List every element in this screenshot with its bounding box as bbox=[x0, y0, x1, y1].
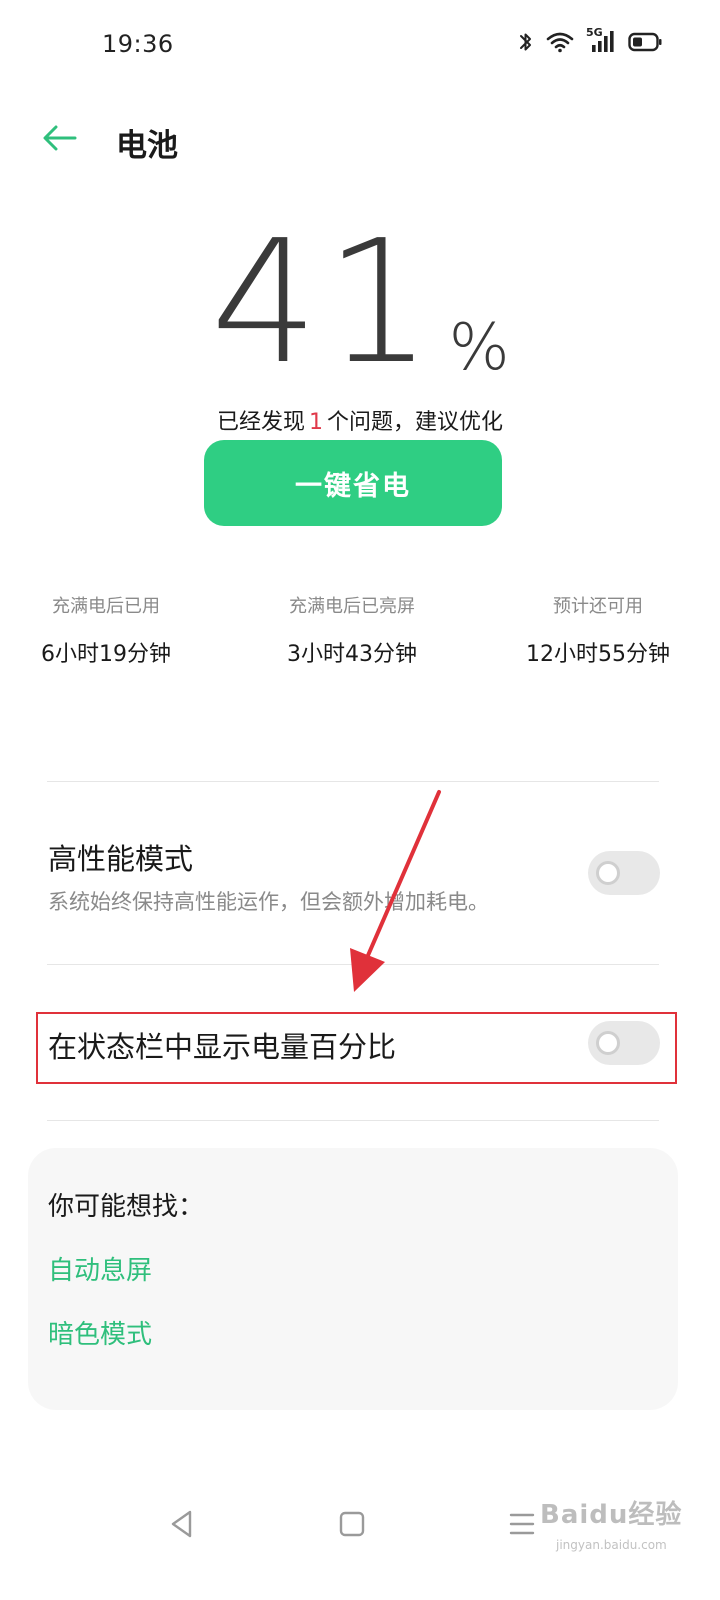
stat-label-used-since-charge: 充满电后已用 bbox=[52, 596, 160, 617]
stat-label-screen-on-since-charge: 充满电后已亮屏 bbox=[289, 596, 415, 617]
watermark-brand: Baidu经验 bbox=[540, 1500, 683, 1530]
battery-level-display: 41 % bbox=[0, 218, 720, 388]
suggestions-title: 你可能想找： bbox=[48, 1192, 205, 1222]
page-title: 电池 bbox=[116, 128, 178, 164]
arrow-left-icon bbox=[42, 124, 78, 156]
issue-count: 1 bbox=[309, 410, 323, 435]
menu-lines-icon bbox=[508, 1511, 536, 1541]
watermark-url: jingyan.baidu.com bbox=[556, 1538, 667, 1552]
stat-value-screen-on-since-charge: 3小时43分钟 bbox=[287, 642, 417, 667]
nav-home-button[interactable] bbox=[322, 1496, 382, 1556]
issue-prefix: 已经发现 bbox=[216, 410, 305, 435]
annotation-highlight-box bbox=[36, 1012, 677, 1084]
issue-summary: 已经发现 1 个问题，建议优化 bbox=[0, 404, 720, 436]
issue-suffix: 个问题，建议优化 bbox=[327, 410, 504, 435]
divider bbox=[47, 781, 659, 782]
cellular-5g-icon: 5G bbox=[586, 26, 616, 54]
divider bbox=[47, 964, 659, 965]
bluetooth-icon bbox=[518, 30, 534, 54]
one-click-save-button[interactable]: 一键省电 bbox=[204, 440, 502, 526]
back-button[interactable] bbox=[36, 120, 84, 160]
battery-level-unit: % bbox=[448, 311, 510, 385]
suggestion-link-auto-screen-off[interactable]: 自动息屏 bbox=[48, 1250, 152, 1287]
stat-value-estimated-remaining: 12小时55分钟 bbox=[526, 642, 670, 667]
home-square-icon bbox=[338, 1510, 366, 1542]
back-triangle-icon bbox=[168, 1509, 196, 1543]
stat-label-estimated-remaining: 预计还可用 bbox=[553, 596, 643, 617]
divider bbox=[47, 1120, 659, 1121]
battery-icon bbox=[628, 32, 662, 52]
high-performance-toggle[interactable] bbox=[588, 851, 660, 895]
nav-back-button[interactable] bbox=[152, 1496, 212, 1556]
battery-level-number: 41 bbox=[210, 204, 439, 402]
suggestion-link-dark-mode[interactable]: 暗色模式 bbox=[48, 1314, 152, 1351]
status-icons: 5G bbox=[518, 26, 662, 54]
network-type-label: 5G bbox=[586, 26, 603, 39]
toggle-knob bbox=[596, 861, 620, 885]
high-performance-title: 高性能模式 bbox=[48, 842, 194, 876]
status-time: 19:36 bbox=[102, 30, 174, 58]
high-performance-subtitle: 系统始终保持高性能运作，但会额外增加耗电。 bbox=[48, 890, 489, 914]
wifi-icon bbox=[546, 31, 574, 53]
stat-value-used-since-charge: 6小时19分钟 bbox=[41, 642, 171, 667]
